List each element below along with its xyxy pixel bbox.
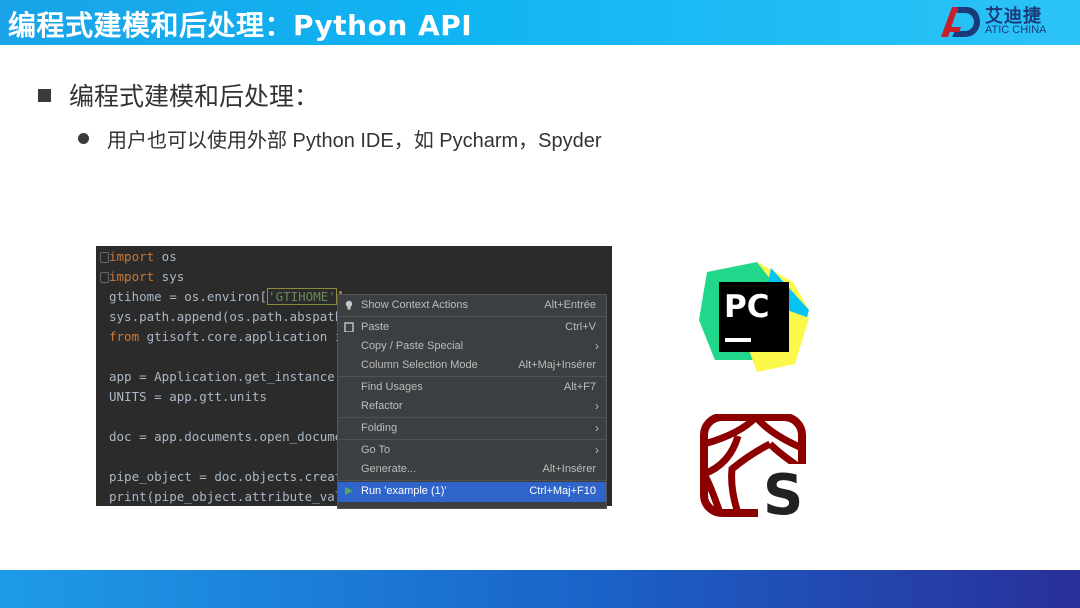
menu-separator xyxy=(338,376,606,377)
footer-bar xyxy=(0,570,1080,608)
menu-item-refactor[interactable]: Refactor › xyxy=(338,397,606,417)
menu-item-find-usages[interactable]: Find Usages Alt+F7 xyxy=(338,378,606,398)
svg-text:S: S xyxy=(763,463,803,518)
slide-title: 编程式建模和后处理：Python API xyxy=(8,9,473,42)
menu-item-run-example[interactable]: Run 'example (1)' Ctrl+Maj+F10 xyxy=(338,482,606,502)
submenu-arrow-icon: › xyxy=(595,339,599,353)
menu-item-column-selection-mode[interactable]: Column Selection Mode Alt+Maj+Insérer xyxy=(338,356,606,376)
spyder-logo: S xyxy=(700,414,808,518)
code-line: doc = app.documents.open_documen xyxy=(109,429,350,444)
logo-english-text: ATIC CHINA xyxy=(985,24,1047,36)
svg-text:PC: PC xyxy=(724,289,769,325)
code-line: import sys xyxy=(109,269,185,284)
menu-separator xyxy=(338,417,606,418)
pycharm-logo: PC xyxy=(699,262,809,372)
menu-item-generate[interactable]: Generate... Alt+Insérer xyxy=(338,460,606,480)
code-line: from gtisoft.core.application i xyxy=(109,329,343,344)
menu-separator xyxy=(338,480,606,481)
code-line: app = Application.get_instance( xyxy=(109,369,343,384)
bullet-level1: 编程式建模和后处理： xyxy=(38,77,319,113)
menu-item-copy-paste-special[interactable]: Copy / Paste Special › xyxy=(338,337,606,357)
menu-item-go-to[interactable]: Go To › xyxy=(338,441,606,461)
code-line: pipe_object = doc.objects.create xyxy=(109,469,350,484)
run-triangle-icon xyxy=(345,487,353,495)
menu-separator xyxy=(338,316,606,317)
menu-separator xyxy=(338,439,606,440)
code-line: print(pipe_object.attribute_valu xyxy=(109,489,350,504)
submenu-arrow-icon: › xyxy=(595,421,599,435)
context-menu: Show Context Actions Alt+Entrée Paste Ctrl… xyxy=(337,294,607,509)
bullet-level2-text: 用户也可以使用外部 Python IDE，如 Pycharm，Spyder xyxy=(107,130,602,152)
code-line: sys.path.append(os.path.abspath xyxy=(109,309,343,324)
lightbulb-icon xyxy=(345,300,353,310)
bullet-level1-text: 编程式建模和后处理： xyxy=(69,82,320,111)
submenu-arrow-icon: › xyxy=(595,399,599,413)
title-bar: 编程式建模和后处理：Python API 艾迪捷 ATIC CHINA xyxy=(0,0,1080,45)
atic-logo: 艾迪捷 ATIC CHINA xyxy=(938,3,1068,41)
round-bullet-icon xyxy=(78,133,89,144)
atic-logo-icon xyxy=(941,7,980,37)
fold-marker-icon xyxy=(100,272,109,283)
code-line: import os xyxy=(109,249,177,264)
bullet-level2: 用户也可以使用外部 Python IDE，如 Pycharm，Spyder xyxy=(78,124,602,153)
fold-marker-icon xyxy=(100,252,109,263)
submenu-arrow-icon: › xyxy=(595,443,599,457)
square-bullet-icon xyxy=(38,88,51,102)
menu-item-paste[interactable]: Paste Ctrl+V xyxy=(338,318,606,338)
code-line: gtihome = os.environ['GTIHOME'] xyxy=(109,288,344,305)
code-line: UNITS = app.gtt.units xyxy=(109,389,268,404)
paste-icon xyxy=(344,322,354,332)
menu-item-folding[interactable]: Folding › xyxy=(338,419,606,439)
menu-item-show-context-actions[interactable]: Show Context Actions Alt+Entrée xyxy=(338,296,606,316)
